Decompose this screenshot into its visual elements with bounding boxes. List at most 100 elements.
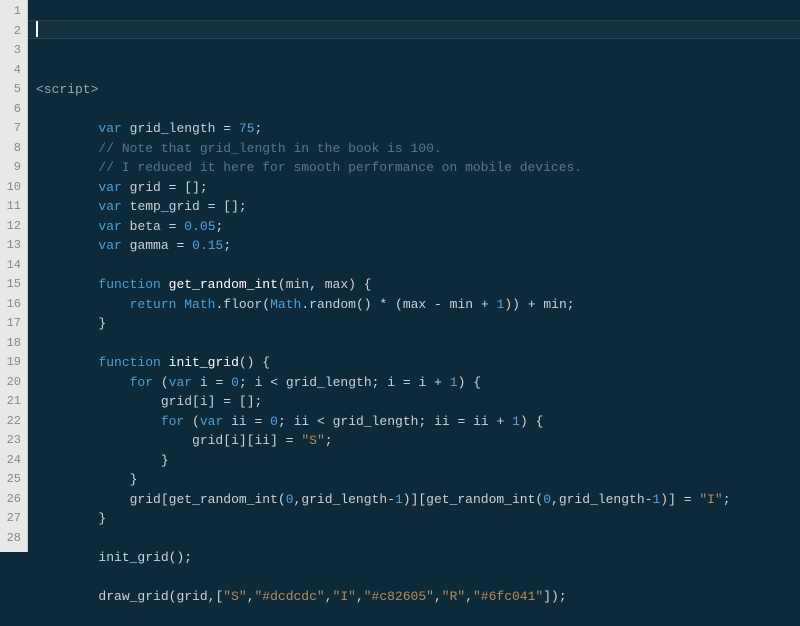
code-line[interactable]: var gamma = 0.15; xyxy=(36,236,800,256)
code-line[interactable]: var grid_length = 75; xyxy=(36,119,800,139)
token: ) xyxy=(348,277,356,292)
token: ( xyxy=(395,297,403,312)
token: draw_grid xyxy=(98,589,168,604)
line-number: 2 xyxy=(4,22,21,42)
code-line[interactable] xyxy=(36,529,800,549)
code-line[interactable]: var temp_grid = []; xyxy=(36,197,800,217)
token: [] xyxy=(223,199,239,214)
code-line[interactable]: // Note that grid_length in the book is … xyxy=(36,139,800,159)
code-line[interactable]: // I reduced it here for smooth performa… xyxy=(36,158,800,178)
active-line-highlight xyxy=(28,20,800,40)
code-line[interactable]: grid[i][ii] = "S"; xyxy=(36,431,800,451)
token: } xyxy=(98,511,106,526)
token: () xyxy=(239,355,255,370)
code-line[interactable]: draw_grid(grid,["S","#dcdcdc","I","#c826… xyxy=(36,587,800,607)
line-number: 26 xyxy=(4,490,21,510)
token: } xyxy=(98,316,106,331)
code-line[interactable]: } xyxy=(36,509,800,529)
token: floor xyxy=(223,297,262,312)
code-line[interactable]: <script> xyxy=(36,80,800,100)
token: ; xyxy=(723,492,731,507)
token: )] xyxy=(660,492,676,507)
code-line[interactable]: function init_grid() { xyxy=(36,353,800,373)
token xyxy=(278,375,286,390)
token xyxy=(161,277,169,292)
code-line[interactable]: return Math.floor(Math.random() * (max -… xyxy=(36,295,800,315)
line-number: 14 xyxy=(4,256,21,276)
code-line[interactable] xyxy=(36,568,800,588)
token: "S" xyxy=(223,589,246,604)
token xyxy=(208,375,216,390)
token xyxy=(153,375,161,390)
token xyxy=(528,414,536,429)
code-line[interactable]: var grid = []; xyxy=(36,178,800,198)
code-line[interactable]: grid[i] = []; xyxy=(36,392,800,412)
code-line[interactable]: grid[get_random_int(0,grid_length-1)][ge… xyxy=(36,490,800,510)
code-line[interactable] xyxy=(36,334,800,354)
line-number: 6 xyxy=(4,100,21,120)
token: grid xyxy=(161,394,192,409)
token xyxy=(247,414,255,429)
token: max xyxy=(403,297,426,312)
code-line[interactable]: var beta = 0.05; xyxy=(36,217,800,237)
code-line[interactable]: function get_random_int(min, max) { xyxy=(36,275,800,295)
token: ) xyxy=(520,414,528,429)
line-number: 12 xyxy=(4,217,21,237)
token: var xyxy=(98,121,121,136)
code-line[interactable] xyxy=(36,256,800,276)
token xyxy=(676,492,684,507)
token: } xyxy=(130,472,138,487)
code-area[interactable]: <script> var grid_length = 75; // Note t… xyxy=(28,0,800,552)
token: grid xyxy=(176,589,207,604)
token: function xyxy=(98,277,160,292)
token: ; xyxy=(278,414,286,429)
code-line[interactable]: for (var ii = 0; ii < grid_length; ii = … xyxy=(36,412,800,432)
code-line[interactable] xyxy=(36,607,800,626)
code-line[interactable]: init_grid(); xyxy=(36,548,800,568)
code-line[interactable]: } xyxy=(36,451,800,471)
token xyxy=(36,453,161,468)
line-number-gutter: 1234567891011121314151617181920212223242… xyxy=(0,0,28,552)
token: 1 xyxy=(395,492,403,507)
code-line[interactable]: for (var i = 0; i < grid_length; i = i +… xyxy=(36,373,800,393)
token xyxy=(278,433,286,448)
token: i xyxy=(231,433,239,448)
token: } xyxy=(161,453,169,468)
token: , xyxy=(356,589,364,604)
token xyxy=(520,297,528,312)
token xyxy=(36,199,98,214)
token xyxy=(122,121,130,136)
token: for xyxy=(130,375,153,390)
line-number: 3 xyxy=(4,41,21,61)
token: = xyxy=(684,492,692,507)
token: "R" xyxy=(442,589,465,604)
code-editor[interactable]: 1234567891011121314151617181920212223242… xyxy=(0,0,800,552)
token: ; xyxy=(216,219,224,234)
code-line[interactable] xyxy=(36,100,800,120)
token: - xyxy=(387,492,395,507)
token: for xyxy=(161,414,184,429)
token: ; xyxy=(223,238,231,253)
token: ( xyxy=(161,375,169,390)
token: 1 xyxy=(512,414,520,429)
token: + xyxy=(528,297,536,312)
token xyxy=(36,472,130,487)
token: + xyxy=(481,297,489,312)
token: min xyxy=(286,277,309,292)
code-line[interactable]: } xyxy=(36,314,800,334)
token xyxy=(411,375,419,390)
token xyxy=(426,375,434,390)
token: = xyxy=(286,433,294,448)
token: grid_length xyxy=(559,492,645,507)
token: get_random_int xyxy=(169,277,278,292)
line-number: 17 xyxy=(4,314,21,334)
token xyxy=(122,199,130,214)
token: 0 xyxy=(286,492,294,507)
line-number: 21 xyxy=(4,392,21,412)
token: max xyxy=(325,277,348,292)
code-line[interactable]: } xyxy=(36,470,800,490)
token: <script> xyxy=(36,82,98,97)
token: ; xyxy=(200,180,208,195)
token: init_grid xyxy=(169,355,239,370)
token xyxy=(200,199,208,214)
